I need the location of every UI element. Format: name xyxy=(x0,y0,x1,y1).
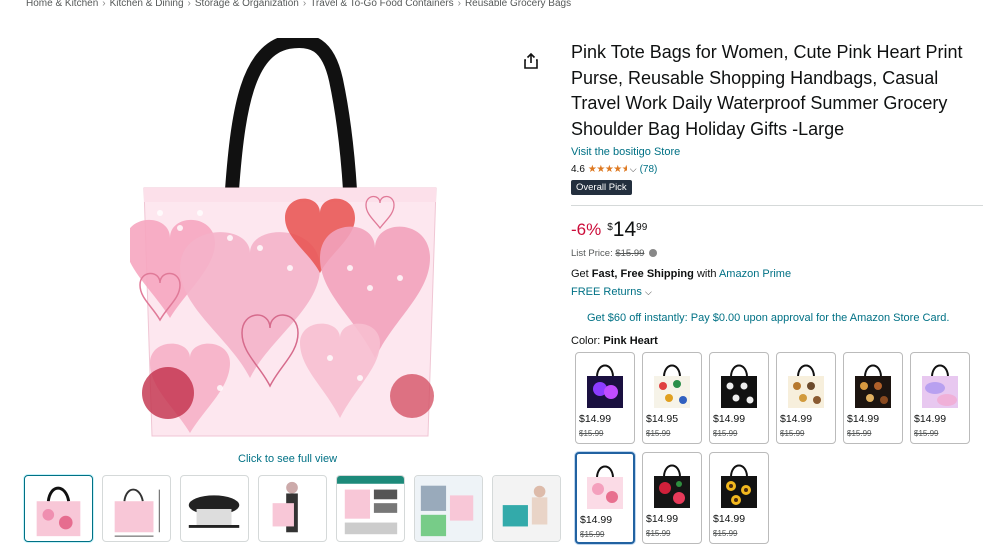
swatch-price: $14.99 xyxy=(713,513,746,525)
swatch-price: $14.95 xyxy=(646,413,679,425)
list-price: List Price: $15.99 xyxy=(571,248,983,259)
rating-value: 4.6 xyxy=(571,164,585,175)
swatch-image xyxy=(721,364,757,408)
swatch-image xyxy=(587,465,623,509)
swatch-image xyxy=(788,364,824,408)
overall-pick-badge: Overall Pick xyxy=(571,180,632,195)
info-icon[interactable] xyxy=(649,249,658,257)
rating-count-link[interactable]: (78) xyxy=(640,164,658,175)
swatch-owl-black[interactable]: $14.99 $15.99 xyxy=(843,352,903,444)
swatch-image xyxy=(721,464,757,508)
main-product-image[interactable] xyxy=(125,34,450,442)
price-row: -6% $ 14 99 xyxy=(571,218,983,241)
list-price-value: $15.99 xyxy=(615,248,645,259)
shipping-fast-free: Fast, Free Shipping xyxy=(591,268,694,280)
color-swatches: $14.99 $15.99 $14.95 $15.99 $14.99 $15.9… xyxy=(575,352,975,544)
swatch-list-price: $15.99 xyxy=(646,529,671,538)
breadcrumb-link[interactable]: Travel & To-Go Food Containers xyxy=(310,0,453,9)
swatch-price: $14.99 xyxy=(847,413,880,425)
breadcrumb-separator: › xyxy=(102,0,106,9)
full-view-link[interactable]: Click to see full view xyxy=(238,453,337,465)
swatch-image xyxy=(654,364,690,408)
swatch-list-price: $15.99 xyxy=(580,530,605,539)
divider xyxy=(571,205,983,206)
thumbnail-features[interactable] xyxy=(336,475,405,542)
chevron-down-icon[interactable]: ⌵ xyxy=(630,164,637,175)
thumbnail-lifestyle[interactable] xyxy=(414,475,483,542)
selected-color-name: Pink Heart xyxy=(603,335,658,347)
color-label: Color: Pink Heart xyxy=(571,335,983,347)
swatch-list-price: $15.99 xyxy=(914,429,939,438)
breadcrumb-link[interactable]: Kitchen & Dining xyxy=(110,0,184,9)
share-button[interactable] xyxy=(522,52,540,70)
swatch-price: $14.99 xyxy=(713,413,746,425)
product-details: Pink Tote Bags for Women, Cute Pink Hear… xyxy=(571,40,983,347)
discount-percent: -6% xyxy=(571,220,602,239)
swatch-image xyxy=(855,364,891,408)
free-returns-link[interactable]: FREE Returns ⌵ xyxy=(571,286,983,298)
swatch-pastel-marble[interactable]: $14.99 $15.99 xyxy=(910,352,970,444)
swatch-image xyxy=(654,464,690,508)
swatch-pink-heart[interactable]: $14.99 $15.99 xyxy=(575,452,635,544)
breadcrumb-separator: › xyxy=(187,0,191,9)
swatch-butterfly-purple[interactable]: $14.99 $15.99 xyxy=(575,352,635,444)
price-whole: 14 xyxy=(612,218,637,241)
swatch-sunflower-black[interactable]: $14.99 $15.99 xyxy=(709,452,769,544)
shipping-info: Get Fast, Free Shipping with Amazon Prim… xyxy=(571,268,983,280)
chevron-down-icon: ⌵ xyxy=(644,287,652,297)
thumbnail-folded[interactable] xyxy=(180,475,249,542)
store-card-promo[interactable]: Get $60 off instantly: Pay $0.00 upon ap… xyxy=(571,312,983,324)
swatch-list-price: $15.99 xyxy=(780,429,805,438)
star-rating-icon[interactable]: ★★★★★ xyxy=(588,164,627,175)
thumbnail-dimensions[interactable] xyxy=(102,475,171,542)
swatch-list-price: $15.99 xyxy=(847,429,872,438)
share-icon xyxy=(524,52,538,69)
breadcrumb: Home & Kitchen › Kitchen & Dining › Storage … xyxy=(26,0,571,9)
store-link[interactable]: Visit the bositigo Store xyxy=(571,146,680,158)
rating-row: 4.6 ★★★★★ ⌵ (78) xyxy=(571,164,983,175)
swatch-list-price: $15.99 xyxy=(713,529,738,538)
thumbnail-pink-heart[interactable] xyxy=(24,475,93,542)
swatch-price: $14.99 xyxy=(914,413,947,425)
swatch-price: $14.99 xyxy=(580,514,613,526)
thumbnail-strip xyxy=(24,475,561,542)
swatch-floral-white[interactable]: $14.95 $15.99 xyxy=(642,352,702,444)
swatch-list-price: $15.99 xyxy=(579,429,604,438)
breadcrumb-separator: › xyxy=(457,0,461,9)
free-returns-label: FREE Returns xyxy=(571,286,642,298)
swatch-image xyxy=(922,364,958,408)
swatch-price: $14.99 xyxy=(780,413,813,425)
swatch-list-price: $15.99 xyxy=(646,429,671,438)
color-label-text: Color: xyxy=(571,335,601,347)
swatch-image xyxy=(587,364,623,408)
swatch-list-price: $15.99 xyxy=(713,429,738,438)
breadcrumb-link[interactable]: Home & Kitchen xyxy=(26,0,98,9)
swatch-price: $14.99 xyxy=(579,413,612,425)
breadcrumb-link[interactable]: Storage & Organization xyxy=(195,0,299,9)
swatch-owl-cream[interactable]: $14.99 $15.99 xyxy=(776,352,836,444)
list-price-label: List Price: xyxy=(571,248,613,259)
swatch-price: $14.99 xyxy=(646,513,679,525)
product-title: Pink Tote Bags for Women, Cute Pink Hear… xyxy=(571,42,963,139)
price-fraction: 99 xyxy=(636,222,648,233)
breadcrumb-link[interactable]: Reusable Grocery Bags xyxy=(465,0,571,9)
swatch-skull-black[interactable]: $14.99 $15.99 xyxy=(709,352,769,444)
swatch-red-rose-black[interactable]: $14.99 $15.99 xyxy=(642,452,702,544)
shipping-get: Get xyxy=(571,268,589,280)
prime-link[interactable]: Amazon Prime xyxy=(719,268,791,280)
thumbnail-usage[interactable] xyxy=(492,475,561,542)
shipping-with: with xyxy=(696,268,717,280)
thumbnail-model-front[interactable] xyxy=(258,475,327,542)
breadcrumb-separator: › xyxy=(302,0,307,9)
